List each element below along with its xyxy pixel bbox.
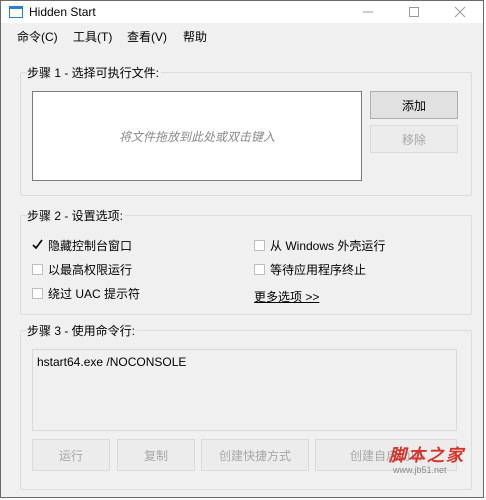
- app-window: Hidden Start 命令(C) 工具(T) 查看(V) 帮助 步骤 1 -…: [0, 0, 484, 498]
- step2-title: 步骤 2 - 设置选项:: [27, 207, 126, 224]
- checkbox-checked[interactable]: [32, 239, 43, 251]
- option-label: 绕过 UAC 提示符: [48, 287, 141, 301]
- command-line-field[interactable]: hstart64.exe /NOCONSOLE: [32, 349, 457, 431]
- run-button[interactable]: 运行: [32, 439, 110, 471]
- option-hide-console[interactable]: 隐藏控制台窗口: [32, 237, 132, 254]
- menu-help[interactable]: 帮助: [183, 28, 207, 45]
- checkbox[interactable]: [254, 240, 265, 251]
- menu-command[interactable]: 命令(C): [17, 28, 58, 45]
- option-wait-for-exit[interactable]: 等待应用程序终止: [254, 261, 366, 278]
- close-icon: [455, 7, 465, 17]
- menu-tools[interactable]: 工具(T): [73, 28, 112, 45]
- option-label: 隐藏控制台窗口: [48, 239, 133, 253]
- option-bypass-uac[interactable]: 绕过 UAC 提示符: [32, 285, 140, 302]
- option-run-from-shell[interactable]: 从 Windows 外壳运行: [254, 237, 385, 254]
- option-label: 从 Windows 外壳运行: [270, 239, 386, 253]
- watermark-main: 脚本之家: [389, 446, 465, 466]
- checkmark-icon: [32, 239, 43, 250]
- title-bar[interactable]: Hidden Start: [1, 1, 483, 23]
- app-icon: [9, 6, 23, 18]
- copy-button[interactable]: 复制: [117, 439, 195, 471]
- option-label: 等待应用程序终止: [270, 263, 367, 277]
- checkbox[interactable]: [32, 288, 43, 299]
- command-text: hstart64.exe /NOCONSOLE: [37, 355, 187, 369]
- checkbox[interactable]: [254, 264, 265, 275]
- menu-bar: 命令(C) 工具(T) 查看(V) 帮助: [1, 25, 483, 47]
- create-shortcut-button[interactable]: 创建快捷方式: [201, 439, 309, 471]
- close-button[interactable]: [437, 1, 483, 23]
- watermark-logo: 脚本之家 www.jb51.net: [389, 441, 479, 481]
- window-title: Hidden Start: [29, 5, 96, 19]
- add-button[interactable]: 添加: [370, 91, 458, 119]
- checkbox[interactable]: [32, 264, 43, 275]
- watermark-url: www.jb51.net: [393, 465, 447, 475]
- minimize-icon: [363, 11, 373, 13]
- maximize-button[interactable]: [391, 1, 437, 23]
- step3-title: 步骤 3 - 使用命令行:: [27, 322, 138, 339]
- option-label: 以最高权限运行: [48, 263, 133, 277]
- file-dropzone[interactable]: 将文件拖放到此处或双击键入: [32, 91, 362, 181]
- menu-view[interactable]: 查看(V): [127, 28, 167, 45]
- remove-button[interactable]: 移除: [370, 125, 458, 153]
- more-options-link[interactable]: 更多选项 >>: [254, 288, 319, 305]
- minimize-button[interactable]: [345, 1, 391, 23]
- maximize-icon: [409, 7, 419, 17]
- dropzone-hint: 将文件拖放到此处或双击键入: [118, 129, 275, 144]
- step1-title: 步骤 1 - 选择可执行文件:: [27, 64, 162, 81]
- option-run-elevated[interactable]: 以最高权限运行: [32, 261, 132, 278]
